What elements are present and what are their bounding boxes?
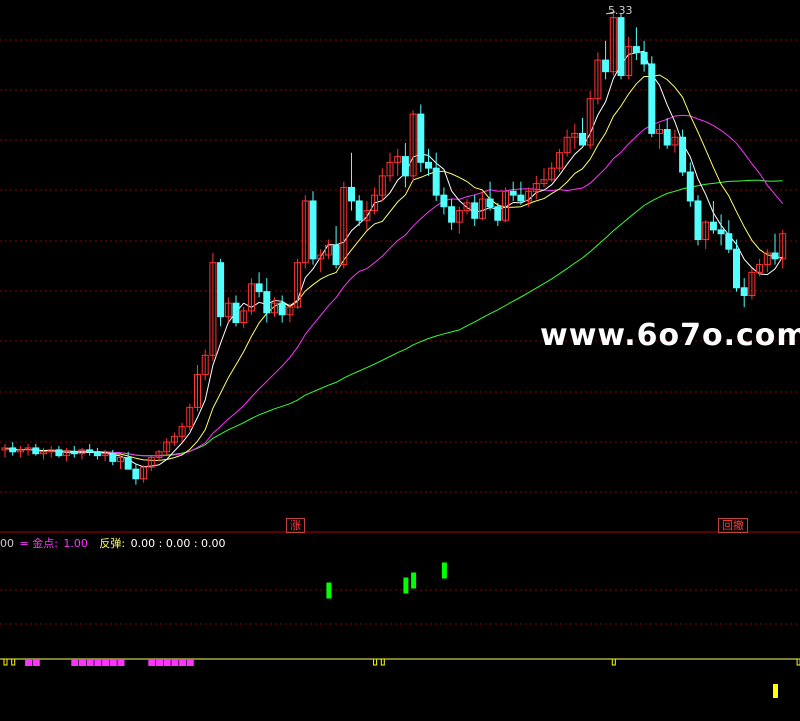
magenta-signal-block <box>163 659 171 666</box>
legend-rebound-label: 反弹: <box>99 537 126 550</box>
baseline-tick <box>11 658 16 666</box>
candle-body <box>617 17 625 77</box>
kline-chart <box>0 0 800 717</box>
baseline-tick <box>373 658 378 666</box>
magenta-signal-block <box>102 659 110 666</box>
gold-signal-bar <box>441 562 447 579</box>
magenta-signal-block <box>109 659 117 666</box>
candle-body <box>109 453 117 462</box>
magenta-signal-block <box>179 659 187 666</box>
chart-canvas <box>0 11 800 698</box>
baseline-tick <box>611 658 616 666</box>
candle-body <box>640 51 648 65</box>
candle-body <box>217 262 225 318</box>
candle-body <box>132 468 140 480</box>
candle-body <box>70 451 78 455</box>
gold-signal-bar <box>403 577 409 594</box>
candle-body <box>717 229 725 235</box>
indicator-legend: 00 = 金点: 1.00 反弹: 0.00 : 0.00 : 0.00 <box>0 535 228 551</box>
candle-body <box>509 190 517 196</box>
magenta-signal-block <box>186 659 194 666</box>
candle-body <box>355 200 363 221</box>
rise-tag: 涨 <box>286 518 305 533</box>
pullback-tag-text: 回撤 <box>722 519 744 532</box>
candle-body <box>602 59 610 73</box>
candle-body <box>771 252 779 260</box>
magenta-signal-block <box>117 659 125 666</box>
high-price-label: 5.33 <box>608 4 633 17</box>
candle-body <box>632 46 640 53</box>
candle-body <box>432 167 440 196</box>
candle-body <box>709 221 717 231</box>
ma20-line <box>4 114 784 457</box>
candle-body <box>686 171 694 202</box>
candle-body <box>725 233 733 250</box>
candle-body <box>32 447 40 455</box>
magenta-signal-block <box>94 659 102 666</box>
candle-body <box>332 244 340 266</box>
gold-signal-bar <box>326 582 332 599</box>
candle-body <box>255 283 263 293</box>
candle-body <box>440 194 448 208</box>
baseline-tick <box>3 658 8 666</box>
candle-body <box>55 449 63 457</box>
rise-tag-text: 涨 <box>290 519 301 532</box>
candle-body <box>517 194 525 202</box>
candle-body <box>417 113 425 163</box>
magenta-signal-block <box>32 659 40 666</box>
candle-body <box>124 457 132 470</box>
candle-body <box>232 302 240 323</box>
pullback-tag: 回撤 <box>718 518 748 533</box>
candle-body <box>309 200 317 260</box>
candle-body <box>733 248 740 289</box>
candle-body <box>401 156 409 177</box>
watermark: www.6o7o.com <box>540 318 800 353</box>
candle-body <box>93 451 101 457</box>
high-price-value: 5.33 <box>608 4 633 17</box>
candle-body <box>486 198 494 208</box>
magenta-signal-block <box>156 659 163 666</box>
candle-body <box>579 132 586 146</box>
legend-gold-value: 1.00 <box>63 537 88 550</box>
legend-rebound-values: 0.00 : 0.00 : 0.00 <box>130 537 226 550</box>
candle-body <box>9 447 17 453</box>
legend-gold-label: = 金点: <box>19 537 58 550</box>
rebound-signal-bar <box>773 684 778 698</box>
candle-body <box>740 287 748 296</box>
candle-body <box>694 200 702 241</box>
candle-body <box>278 302 286 316</box>
candle-body <box>348 186 355 202</box>
magenta-signal-block <box>79 659 86 666</box>
candle-body <box>663 129 671 146</box>
candle-body <box>263 291 271 314</box>
candle-body <box>448 206 456 223</box>
candle-body <box>425 161 432 169</box>
magenta-signal-block <box>71 659 79 666</box>
magenta-signal-block <box>25 659 33 666</box>
baseline-tick <box>380 658 385 666</box>
magenta-signal-block <box>86 659 94 666</box>
ma5-line <box>4 50 784 468</box>
candle-body <box>648 63 656 134</box>
candle-body <box>471 202 479 219</box>
candle-body <box>494 206 502 221</box>
magenta-signal-block <box>171 659 179 666</box>
magenta-signal-block <box>148 659 156 666</box>
gold-signal-bar <box>411 572 417 589</box>
candle-body <box>86 449 94 453</box>
legend-prefix: 00 <box>0 537 14 550</box>
candle-body <box>679 136 687 173</box>
